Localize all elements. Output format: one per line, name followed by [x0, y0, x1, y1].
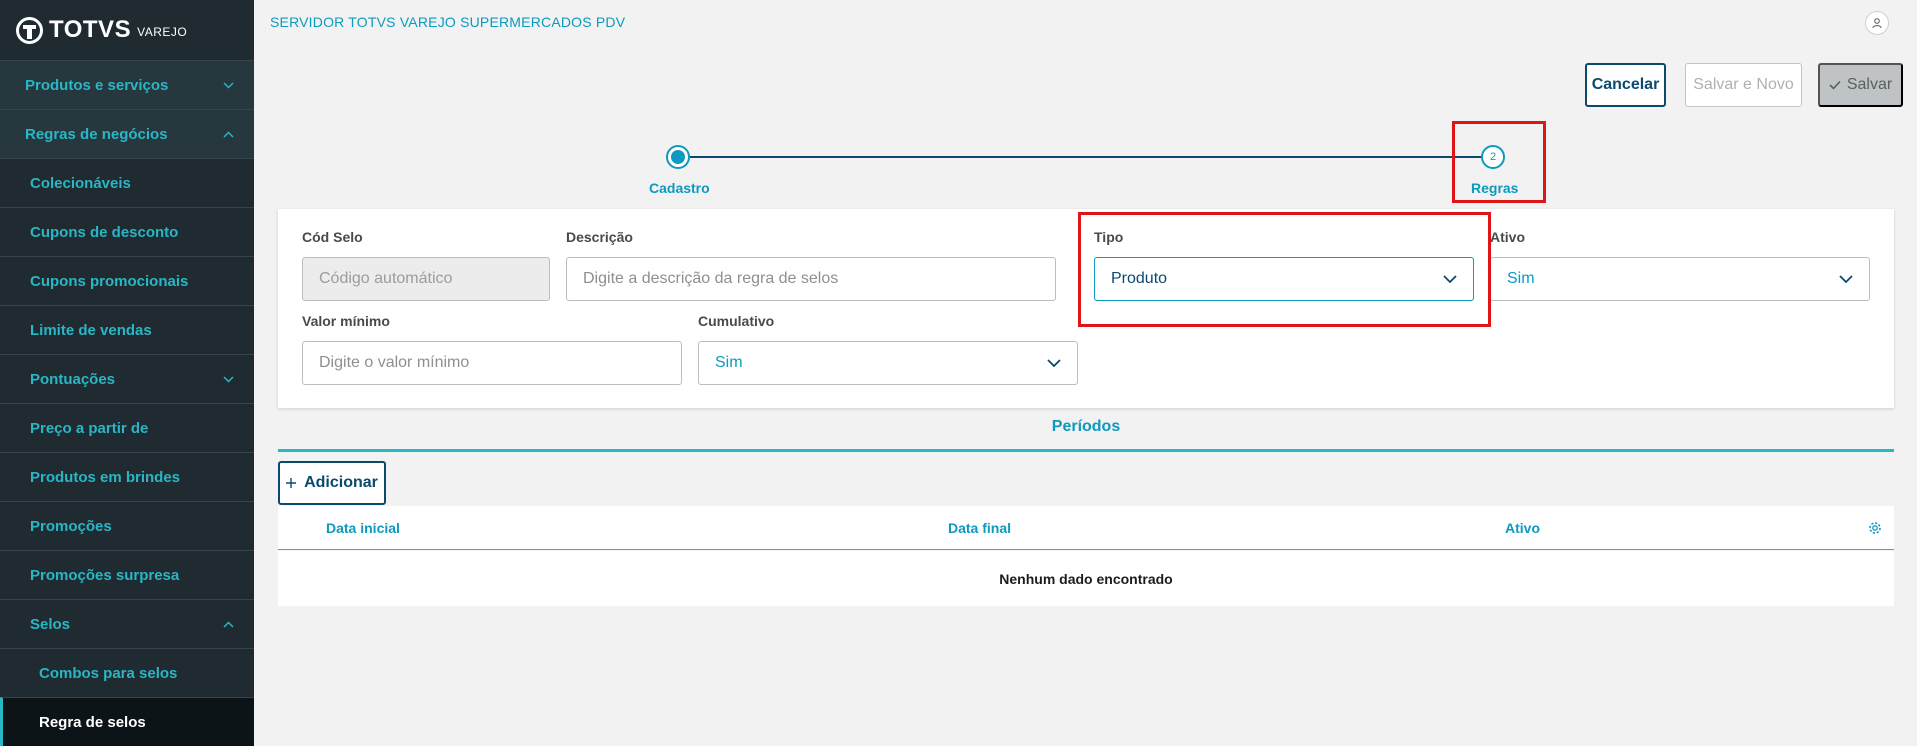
sidebar-item[interactable]: Cupons de desconto: [0, 207, 254, 256]
sidebar-item-label: Regra de selos: [39, 713, 146, 731]
valor-minimo-field[interactable]: Digite o valor mínimo: [302, 341, 682, 385]
sidebar: TOTVS VAREJO Produtos e serviços Regras d…: [0, 0, 254, 746]
sidebar-item-label: Pontuações: [30, 370, 116, 388]
sidebar-item-label: Limite de vendas: [30, 321, 152, 339]
user-icon[interactable]: [1865, 11, 1889, 35]
sidebar-item[interactable]: Cupons promocionais: [0, 256, 254, 305]
save-button[interactable]: Salvar: [1818, 63, 1903, 107]
sidebar-item-label: Cupons promocionais: [30, 272, 189, 290]
app-title: SERVIDOR TOTVS VAREJO SUPERMERCADOS PDV: [270, 14, 626, 30]
totvs-logo[interactable]: TOTVS VAREJO: [0, 0, 254, 60]
chevron-down-icon: [223, 375, 234, 383]
sidebar-item[interactable]: Produtos em brindes: [0, 452, 254, 501]
sidebar-item[interactable]: Regra de selos: [0, 697, 254, 746]
sidebar-item[interactable]: Promoções surpresa: [0, 550, 254, 599]
sidebar-item-label: Cupons de desconto: [30, 223, 179, 241]
sidebar-item-label: Regras de negócios: [25, 125, 168, 143]
highlight-step-regras: [1452, 121, 1546, 203]
chevron-up-icon: [223, 620, 234, 628]
sidebar-item-label: Produtos e serviços: [25, 76, 169, 94]
sidebar-item-label: Produtos em brindes: [30, 468, 181, 486]
plus-icon: [286, 478, 297, 488]
descricao-label: Descrição: [566, 229, 633, 245]
save-button-label: Salvar: [1846, 76, 1893, 93]
periods-underline: [278, 449, 1894, 452]
totvs-logo-icon: [16, 16, 43, 44]
sidebar-item[interactable]: Preço a partir de: [0, 403, 254, 452]
sidebar-item[interactable]: Regras de negócios: [0, 109, 254, 158]
sidebar-item-label: Selos: [30, 615, 71, 633]
sidebar-item[interactable]: Selos: [0, 599, 254, 648]
periods-tab[interactable]: Períodos: [278, 418, 1894, 436]
sidebar-item[interactable]: Colecionáveis: [0, 158, 254, 207]
add-period-button[interactable]: Adicionar: [278, 461, 386, 505]
empty-table-message: Nenhum dado encontrado: [278, 551, 1894, 606]
sidebar-menu: Produtos e serviços Regras de negócios Col…: [0, 60, 254, 746]
save-and-new-button[interactable]: Salvar e Novo: [1685, 63, 1802, 107]
column-ativo[interactable]: Ativo: [1505, 520, 1540, 536]
step-cadastro-label[interactable]: Cadastro: [649, 180, 710, 196]
valor-minimo-label: Valor mínimo: [302, 313, 390, 329]
cumulativo-label: Cumulativo: [698, 313, 775, 329]
sidebar-item[interactable]: Pontuações: [0, 354, 254, 403]
gear-icon[interactable]: [1868, 521, 1882, 535]
highlight-tipo-field: [1078, 212, 1491, 327]
chevron-down-icon: [1839, 275, 1853, 283]
stepper-line: [680, 156, 1488, 158]
sidebar-item[interactable]: Combos para selos: [0, 648, 254, 697]
ativo-select[interactable]: Sim: [1490, 257, 1870, 301]
sidebar-item[interactable]: Limite de vendas: [0, 305, 254, 354]
add-period-label: Adicionar: [304, 474, 378, 491]
sidebar-item[interactable]: Promoções: [0, 501, 254, 550]
sidebar-item[interactable]: Produtos e serviços: [0, 60, 254, 109]
logo-brand: TOTVS: [49, 16, 132, 43]
descricao-field[interactable]: Digite a descrição da regra de selos: [566, 257, 1056, 301]
cumulativo-select[interactable]: Sim: [698, 341, 1078, 385]
ativo-value: Sim: [1507, 270, 1535, 287]
column-data-final[interactable]: Data final: [948, 520, 1011, 536]
sidebar-item-label: Preço a partir de: [30, 419, 149, 437]
cod-selo-field[interactable]: Código automático: [302, 257, 550, 301]
logo-sub: VAREJO: [137, 25, 188, 39]
chevron-down-icon: [223, 81, 234, 89]
sidebar-item-label: Combos para selos: [39, 664, 178, 682]
ativo-label: Ativo: [1490, 229, 1525, 245]
step-cadastro-icon[interactable]: [666, 145, 690, 169]
periods-table-header: Data inicial Data final Ativo: [278, 506, 1894, 550]
cod-selo-label: Cód Selo: [302, 229, 363, 245]
person-icon: [1872, 18, 1882, 29]
check-icon: [1829, 80, 1841, 90]
sidebar-item-label: Promoções surpresa: [30, 566, 180, 584]
cumulativo-value: Sim: [715, 354, 743, 371]
chevron-down-icon: [1047, 359, 1061, 367]
column-data-inicial[interactable]: Data inicial: [326, 520, 400, 536]
sidebar-item-label: Promoções: [30, 517, 112, 535]
cancel-button[interactable]: Cancelar: [1585, 63, 1666, 107]
chevron-up-icon: [223, 130, 234, 138]
sidebar-item-label: Colecionáveis: [30, 174, 131, 192]
